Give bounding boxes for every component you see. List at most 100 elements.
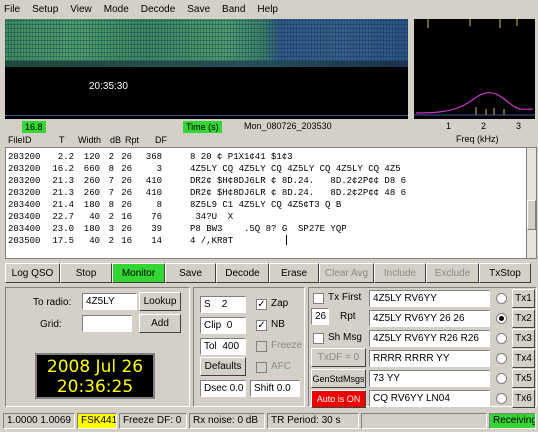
zap-checkbox[interactable]: ✓ — [256, 299, 267, 310]
monitor-button[interactable]: Monitor — [112, 263, 165, 283]
defaults-button[interactable]: Defaults — [200, 357, 246, 376]
status-tr-period: TR Period: 30 s — [267, 413, 359, 429]
tx-message-input-6[interactable]: CQ RV6YY LN04 — [369, 390, 490, 407]
clip-value-field[interactable]: Clip 0 — [200, 317, 246, 334]
menu-band[interactable]: Band — [222, 4, 245, 15]
freeze-label: Freeze — [271, 340, 303, 351]
column-header-fileid: FileID — [8, 135, 32, 145]
text-scrollbar[interactable] — [526, 147, 537, 259]
afc-checkbox[interactable] — [256, 362, 267, 373]
spectrum-trace — [415, 92, 534, 114]
tx-radio-6[interactable] — [496, 393, 507, 404]
decode-button[interactable]: Decode — [216, 263, 269, 283]
cell-fileid: 203400 — [8, 212, 41, 222]
save-button[interactable]: Save — [165, 263, 216, 283]
to-radio-input[interactable]: 4Z5LY — [82, 293, 137, 310]
scrollbar-thumb[interactable] — [527, 200, 536, 230]
tx-message-input-2[interactable]: 4Z5LY RV6YY 26 26 — [369, 310, 490, 327]
tx3-button[interactable]: Tx3 — [512, 329, 535, 348]
status-rx-noise: Rx noise: 0 dB — [189, 413, 265, 429]
file-timestamp: Mon_080726_203530 — [244, 121, 332, 131]
tx4-button[interactable]: Tx4 — [512, 349, 535, 368]
cell-df: 76 — [151, 212, 162, 222]
log-qso-button[interactable]: Log QSO — [5, 263, 60, 283]
waterfall-fade-band — [5, 61, 408, 67]
tx-message-input-1[interactable]: 4Z5LY RV6YY — [369, 290, 490, 307]
cell-rpt: 26 — [121, 176, 132, 186]
cell-db: 2 — [108, 212, 114, 222]
tx2-button[interactable]: Tx2 — [512, 309, 535, 328]
tx-radio-3[interactable] — [496, 333, 507, 344]
table-row: 203200 21.3 260 7 26 410 DR2¢ $H¢8DJ6LR … — [6, 188, 406, 199]
tx-message-input-3[interactable]: 4Z5LY RV6YY R26 R26 — [369, 330, 490, 347]
sh-msg-label: Sh Msg — [328, 332, 362, 343]
sh-msg-checkbox[interactable] — [313, 333, 324, 344]
cell-message: DR2¢ $H¢8DJ6LR ¢ 8D.24. 8D.2¢2P¢¢ D8 6 — [190, 176, 407, 186]
cell-db: 3 — [108, 224, 114, 234]
lookup-button[interactable]: Lookup — [139, 292, 181, 311]
grid-input[interactable] — [82, 315, 132, 332]
menu-view[interactable]: View — [70, 4, 92, 15]
tx-radio-2[interactable] — [496, 313, 507, 324]
txdf-button[interactable]: TxDF = 0 — [311, 348, 366, 367]
cell-fileid: 203200 — [8, 176, 41, 186]
include-button[interactable]: Include — [374, 263, 426, 283]
tx-stop-button[interactable]: TxStop — [479, 263, 531, 283]
erase-button[interactable]: Erase — [269, 263, 319, 283]
cell-df: 3 — [156, 164, 162, 174]
stop-button[interactable]: Stop — [60, 263, 112, 283]
waterfall-display[interactable]: 20:35:30 — [5, 19, 408, 119]
column-header-rpt: Rpt — [125, 135, 140, 145]
cell-t: 16.2 — [52, 164, 74, 174]
nb-label: NB — [271, 319, 285, 330]
rpt-input[interactable]: 26 — [311, 308, 329, 325]
cell-db: 7 — [108, 176, 114, 186]
cell-rpt: 26 — [121, 200, 132, 210]
zap-label: Zap — [271, 298, 289, 309]
cell-db: 8 — [108, 200, 114, 210]
menu-setup[interactable]: Setup — [32, 4, 58, 15]
tx-radio-4[interactable] — [496, 353, 507, 364]
tx-radio-1[interactable] — [496, 293, 507, 304]
tx-message-input-5[interactable]: 73 YY — [369, 370, 490, 387]
clear-avg-button[interactable]: Clear Avg — [319, 263, 374, 283]
tx-first-checkbox[interactable] — [313, 293, 324, 304]
tx-radio-5[interactable] — [496, 373, 507, 384]
rpt-label: Rpt — [340, 311, 356, 322]
freeze-checkbox[interactable] — [256, 341, 267, 352]
freq-axis-label: Freq (kHz) — [456, 134, 499, 144]
menu-help[interactable]: Help — [257, 4, 278, 15]
shift-value-field[interactable]: Shift 0.0 — [250, 380, 300, 397]
auto-on-button[interactable]: Auto is ON — [311, 390, 366, 408]
status-ratio: 1.0000 1.0069 — [3, 413, 75, 429]
exclude-button[interactable]: Exclude — [426, 263, 479, 283]
cell-message: P8 BW3 .5Q 8? G SP27E YQP — [190, 224, 347, 234]
spectrum-display[interactable] — [414, 19, 535, 119]
dsec-label: Dsec — [204, 383, 227, 394]
cell-rpt: 26 — [121, 152, 132, 162]
waterfall-baseline — [5, 115, 408, 116]
gen-std-msgs-button[interactable]: GenStdMsgs — [311, 369, 366, 388]
cell-fileid: 203200 — [8, 164, 41, 174]
shift-value: 0.0 — [276, 383, 291, 394]
s-value-field[interactable]: S 2 — [200, 296, 246, 313]
shift-label: Shift — [254, 383, 275, 394]
menu-save[interactable]: Save — [187, 4, 210, 15]
menu-mode[interactable]: Mode — [104, 4, 129, 15]
tx6-button[interactable]: Tx6 — [512, 389, 535, 408]
menu-decode[interactable]: Decode — [141, 4, 175, 15]
nb-checkbox[interactable]: ✓ — [256, 320, 267, 331]
tx-first-label: Tx First — [328, 292, 362, 303]
tol-value-field[interactable]: Tol 400 — [200, 338, 246, 355]
dsec-value-field[interactable]: Dsec 0.0 — [200, 380, 246, 397]
main-button-row: Log QSO Stop Monitor Save Decode Erase C… — [5, 263, 531, 283]
add-button[interactable]: Add — [139, 314, 181, 333]
menu-file[interactable]: File — [4, 4, 20, 15]
tx-message-input-4[interactable]: RRRR RRRR YY — [369, 350, 490, 367]
decoded-text-pane[interactable]: 203200 2.2 120 2 26 368 8 20 ¢ P1X1¢41 $… — [5, 147, 526, 259]
tx5-button[interactable]: Tx5 — [512, 369, 535, 388]
cell-t: 22.7 — [52, 212, 74, 222]
cell-message: 8 20 ¢ P1X1¢41 $1¢3 — [190, 152, 293, 162]
tol-label: Tol — [204, 341, 217, 352]
tx1-button[interactable]: Tx1 — [512, 289, 535, 308]
